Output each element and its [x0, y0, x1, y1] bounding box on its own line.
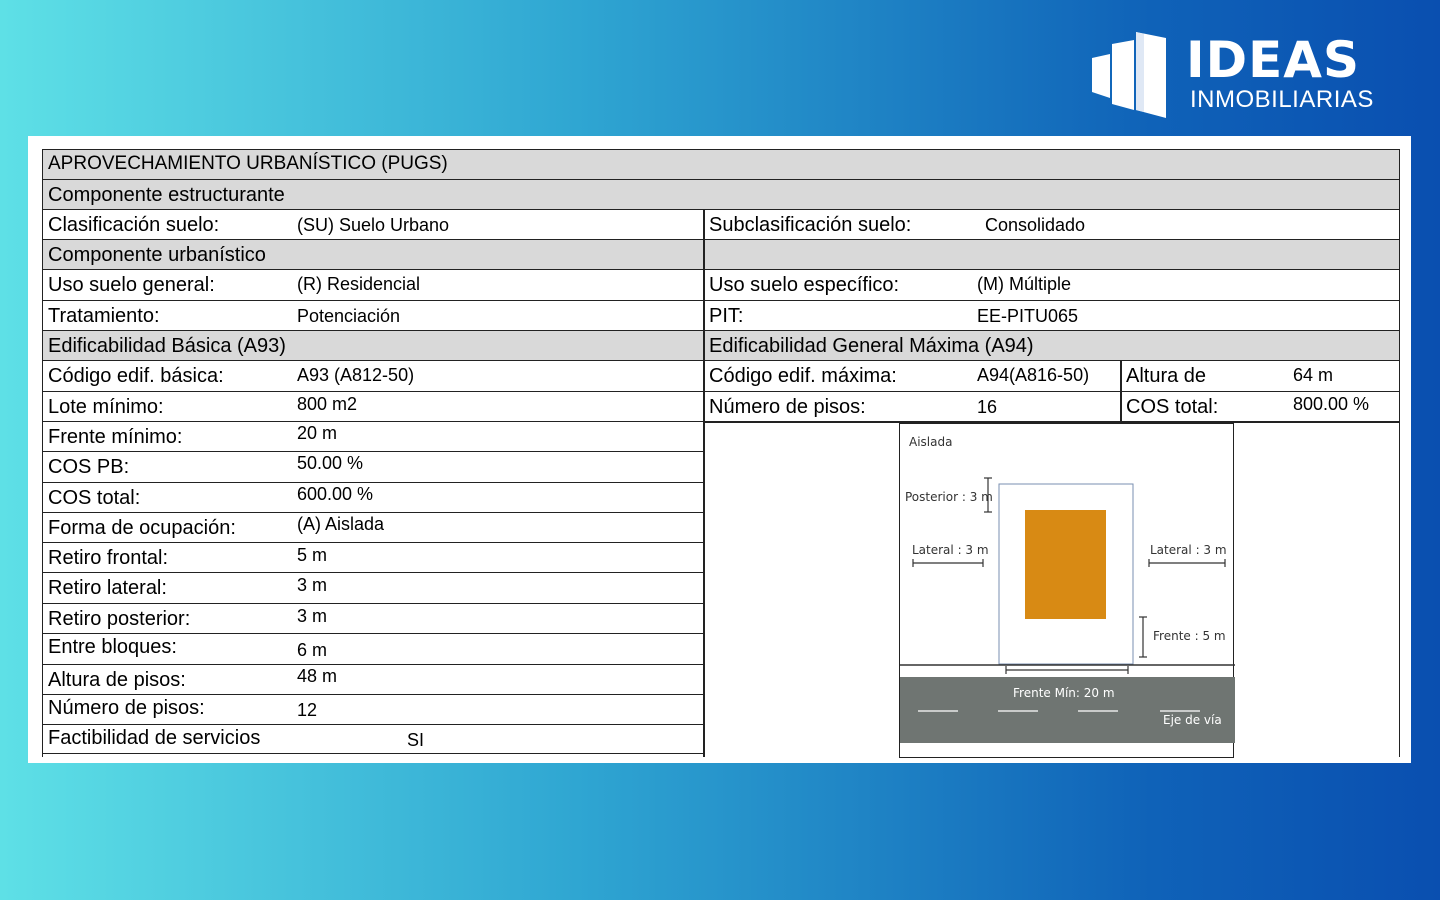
diagram-title: Aislada [909, 435, 952, 449]
subclasificacion-label: Subclasificación suelo: [709, 214, 912, 236]
cos-total-max-label: COS total: [1126, 396, 1219, 418]
basic-value-1: 800 m2 [297, 394, 358, 414]
posterior-label: Posterior : 3 m [905, 490, 993, 504]
basic-label-10: Altura de pisos: [48, 669, 186, 691]
basic-label-2: Frente mínimo: [48, 426, 183, 448]
cos-total-max-value: 800.00 % [1293, 394, 1370, 414]
brand-name: IDEAS [1186, 31, 1360, 89]
clasificacion-value: (SU) Suelo Urbano [297, 215, 450, 235]
setback-diagram: Aislada Posterior : 3 m Lateral : 3 m La… [899, 423, 1235, 758]
basic-value-11: 12 [297, 700, 318, 720]
basic-value-8: 3 m [297, 606, 328, 626]
basic-value-12: SI [407, 730, 425, 750]
basic-value-9: 6 m [297, 640, 328, 660]
basic-label-8: Retiro posterior: [48, 608, 191, 630]
altura-label: Altura de [1126, 365, 1207, 387]
uso-general-label: Uso suelo general: [48, 274, 215, 296]
clasificacion-label: Clasificación suelo: [48, 214, 220, 236]
frente-label: Frente : 5 m [1153, 629, 1226, 643]
basic-label-5: Forma de ocupación: [48, 517, 236, 539]
subclasificacion-value: Consolidado [985, 215, 1086, 235]
pit-value: EE-PITU065 [977, 306, 1079, 326]
basic-value-10: 48 m [297, 666, 338, 686]
basic-label-0: Código edif. básica: [48, 365, 224, 387]
codigo-max-label: Código edif. máxima: [709, 365, 897, 387]
pisos-max-value: 16 [977, 397, 998, 417]
pisos-max-label: Número de pisos: [709, 396, 866, 418]
basic-label-1: Lote mínimo: [48, 396, 164, 418]
column-divider-right [1120, 360, 1122, 422]
basic-label-4: COS total: [48, 487, 141, 509]
section-estructurante: Componente estructurante [48, 184, 285, 206]
building-footprint [1025, 510, 1106, 619]
basic-label-6: Retiro frontal: [48, 547, 169, 569]
setback-diagram-svg: Aislada Posterior : 3 m Lateral : 3 m La… [900, 435, 1235, 743]
brand-logo: IDEAS INMOBILIARIAS [1090, 30, 1390, 120]
building-logo-icon [1092, 32, 1166, 118]
uso-especifico-value: (M) Múltiple [977, 274, 1072, 294]
lateral-left-label: Lateral : 3 m [912, 543, 989, 557]
table-title: APROVECHAMIENTO URBANÍSTICO (PUGS) [48, 153, 448, 174]
basic-label-11: Número de pisos: [48, 697, 205, 719]
uso-especifico-label: Uso suelo específico: [709, 274, 900, 296]
basic-value-5: (A) Aislada [297, 514, 385, 534]
lateral-right-label: Lateral : 3 m [1150, 543, 1227, 557]
basic-value-3: 50.00 % [297, 453, 364, 473]
altura-value: 64 m [1293, 365, 1334, 385]
tratamiento-value: Potenciación [297, 306, 401, 326]
basic-value-0: A93 (A812-50) [297, 365, 415, 385]
basic-value-7: 3 m [297, 575, 328, 595]
uso-general-value: (R) Residencial [297, 274, 421, 294]
tratamiento-label: Tratamiento: [48, 305, 160, 327]
basica-header: Edificabilidad Básica (A93) [48, 335, 286, 357]
pit-label: PIT: [709, 305, 744, 327]
basic-label-9: Entre bloques: [48, 636, 177, 658]
column-divider [703, 209, 705, 757]
basic-label-12: Factibilidad de servicios [48, 727, 261, 749]
maxima-header: Edificabilidad General Máxima (A94) [709, 335, 1034, 357]
basic-label-3: COS PB: [48, 456, 130, 478]
basic-label-7: Retiro lateral: [48, 577, 167, 599]
codigo-max-value: A94(A816-50) [977, 365, 1090, 385]
basic-value-6: 5 m [297, 545, 328, 565]
frente-min-label: Frente Mín: 20 m [1013, 686, 1115, 700]
document-panel: APROVECHAMIENTO URBANÍSTICO (PUGS) Compo… [28, 136, 1411, 763]
basic-value-2: 20 m [297, 423, 338, 443]
section-urbanistico: Componente urbanístico [48, 244, 266, 266]
basic-value-4: 600.00 % [297, 484, 374, 504]
brand-tagline: INMOBILIARIAS [1190, 86, 1374, 113]
eje-label: Eje de vía [1163, 713, 1222, 727]
